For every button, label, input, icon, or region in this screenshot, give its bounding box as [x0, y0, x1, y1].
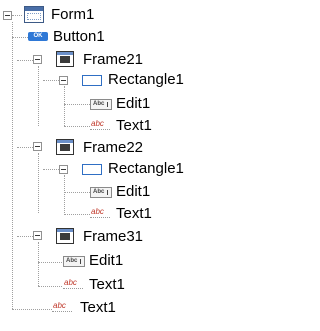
collapse-toggle[interactable]: [59, 165, 68, 174]
text-icon: abc: [90, 207, 110, 218]
edit-icon: Abc: [90, 99, 112, 110]
tree-connector: [17, 60, 33, 61]
collapse-toggle[interactable]: [3, 11, 12, 20]
collapse-toggle[interactable]: [59, 76, 68, 85]
node-label: Edit1: [116, 183, 151, 200]
collapse-toggle[interactable]: [33, 142, 42, 151]
edit-icon: Abc: [63, 256, 85, 267]
edit-icon-text: Abc: [66, 258, 78, 264]
rectangle-icon: [82, 75, 102, 86]
tree-connector: [64, 104, 90, 105]
text-icon: abc: [52, 301, 72, 312]
edit-icon-text: Abc: [93, 101, 105, 107]
tree-connector: [38, 262, 62, 263]
tree-connector: [64, 86, 65, 126]
tree-connector: [17, 147, 33, 148]
text-icon-text: abc: [91, 119, 104, 128]
collapse-toggle[interactable]: [33, 231, 42, 240]
text-icon-text: abc: [64, 278, 77, 287]
node-label: Text1: [89, 276, 125, 293]
node-label: Text1: [80, 299, 116, 316]
node-label: Text1: [116, 205, 152, 222]
edit-icon: Abc: [90, 187, 112, 198]
tree-connector: [64, 192, 90, 193]
tree-connector: [64, 126, 90, 127]
tree-connector: [12, 22, 13, 309]
structure-tree-view[interactable]: Form1 OK Button1 Frame21 Rectangle1 Abc …: [0, 0, 209, 331]
text-icon-text: abc: [53, 301, 66, 310]
form-icon: [24, 6, 44, 23]
tree-connector: [12, 15, 22, 16]
node-label: Form1: [51, 6, 95, 23]
frame-icon: [56, 228, 74, 244]
button-icon-text: OK: [33, 33, 43, 39]
node-label: Button1: [53, 28, 105, 45]
node-label: Frame31: [83, 228, 144, 245]
rectangle-icon: [82, 164, 102, 175]
edit-icon-text: Abc: [93, 189, 105, 195]
text-icon: abc: [90, 119, 110, 130]
frame-icon: [56, 139, 74, 155]
tree-connector: [38, 242, 39, 286]
node-label: Edit1: [89, 252, 124, 269]
tree-connector: [64, 175, 65, 215]
tree-connector: [12, 309, 52, 310]
node-label: Frame22: [83, 139, 144, 156]
tree-connector: [12, 37, 28, 38]
frame-icon: [56, 51, 74, 67]
text-icon-text: abc: [91, 207, 104, 216]
button-icon: OK: [28, 32, 48, 41]
tree-connector: [38, 286, 62, 287]
tree-connector: [17, 236, 33, 237]
collapse-toggle[interactable]: [33, 55, 42, 64]
text-icon: abc: [63, 278, 83, 289]
node-label: Edit1: [116, 95, 151, 112]
node-label: Rectangle1: [108, 71, 184, 88]
tree-connector: [64, 214, 90, 215]
node-label: Rectangle1: [108, 160, 184, 177]
node-label: Frame21: [83, 51, 144, 68]
tree-connector: [38, 153, 39, 213]
node-label: Text1: [116, 117, 152, 134]
tree-connector: [38, 66, 39, 126]
